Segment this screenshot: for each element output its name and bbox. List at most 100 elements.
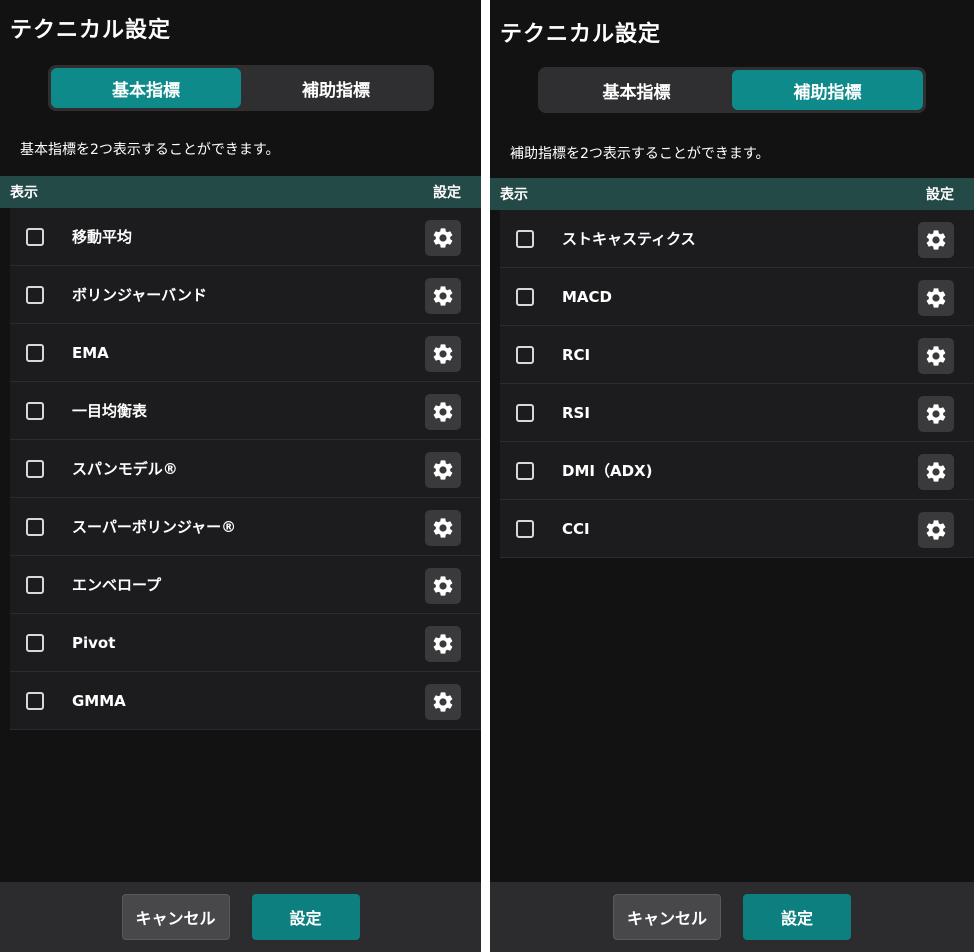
item-checkbox[interactable]	[516, 403, 534, 422]
list-item[interactable]: ストキャスティクス	[500, 210, 974, 268]
item-checkbox[interactable]	[26, 633, 44, 652]
gear-icon	[924, 228, 948, 252]
gear-icon	[431, 458, 455, 482]
indicator-list: ストキャスティクス MACD RCI RSI DMI（ADX) CCI	[500, 210, 974, 558]
cancel-button[interactable]: キャンセル	[613, 894, 721, 940]
item-settings-button[interactable]	[918, 338, 954, 374]
item-settings-button[interactable]	[918, 512, 954, 548]
list-item[interactable]: エンベロープ	[10, 556, 481, 614]
indicator-type-segmented-control: 基本指標 補助指標	[48, 65, 434, 111]
list-item[interactable]: 移動平均	[10, 208, 481, 266]
item-checkbox[interactable]	[26, 401, 44, 420]
gear-icon	[431, 574, 455, 598]
item-label: Pivot	[72, 633, 116, 652]
page-title: テクニカル設定	[500, 22, 662, 47]
list-header: 表示 設定	[0, 176, 481, 208]
gear-icon	[924, 344, 948, 368]
gear-icon	[924, 460, 948, 484]
header-show-label: 表示	[500, 187, 528, 203]
description-text: 基本指標を2つ表示することができます。	[20, 142, 280, 158]
basic-indicators-panel: テクニカル設定 基本指標 補助指標 基本指標を2つ表示することができます。 表示…	[0, 0, 481, 952]
item-label: EMA	[72, 343, 109, 362]
gear-icon	[431, 690, 455, 714]
gear-icon	[431, 226, 455, 250]
item-settings-button[interactable]	[918, 396, 954, 432]
list-item[interactable]: GMMA	[10, 672, 481, 730]
header-show-label: 表示	[10, 185, 38, 201]
list-item[interactable]: DMI（ADX)	[500, 442, 974, 500]
list-item[interactable]: RCI	[500, 326, 974, 384]
item-checkbox[interactable]	[516, 287, 534, 306]
gear-icon	[431, 400, 455, 424]
auxiliary-indicators-panel: テクニカル設定 基本指標 補助指標 補助指標を2つ表示することができます。 表示…	[490, 0, 974, 952]
item-label: 一目均衡表	[72, 402, 148, 420]
item-label: スパンモデル®	[72, 460, 178, 478]
indicator-list: 移動平均ボリンジャーバンド EMA 一目均衡表スパンモデル® スーパーボリンジャー® エ…	[10, 208, 481, 730]
list-item[interactable]: EMA	[10, 324, 481, 382]
apply-button[interactable]: 設定	[251, 894, 360, 940]
list-header: 表示 設定	[490, 178, 974, 210]
header-settings-label: 設定	[433, 185, 461, 201]
item-settings-button[interactable]	[918, 222, 954, 258]
item-settings-button[interactable]	[918, 454, 954, 490]
item-checkbox[interactable]	[516, 229, 534, 248]
footer-bar: キャンセル 設定	[490, 882, 974, 952]
footer-bar: キャンセル 設定	[0, 882, 481, 952]
indicator-type-segmented-control: 基本指標 補助指標	[538, 67, 926, 113]
item-settings-button[interactable]	[425, 394, 461, 430]
item-checkbox[interactable]	[516, 345, 534, 364]
item-settings-button[interactable]	[425, 452, 461, 488]
item-settings-button[interactable]	[425, 626, 461, 662]
item-label: ストキャスティクス	[562, 230, 696, 248]
item-label: スーパーボリンジャー®	[72, 518, 237, 536]
gear-icon	[924, 518, 948, 542]
item-checkbox[interactable]	[516, 461, 534, 480]
item-checkbox[interactable]	[26, 459, 44, 478]
item-label: ボリンジャーバンド	[72, 286, 207, 304]
item-label: CCI	[562, 519, 590, 538]
list-item[interactable]: スーパーボリンジャー®	[10, 498, 481, 556]
gear-icon	[431, 632, 455, 656]
list-item[interactable]: 一目均衡表	[10, 382, 481, 440]
list-item[interactable]: ボリンジャーバンド	[10, 266, 481, 324]
item-label: RCI	[562, 345, 591, 364]
item-checkbox[interactable]	[26, 285, 44, 304]
item-label: エンベロープ	[72, 576, 162, 594]
list-item[interactable]: RSI	[500, 384, 974, 442]
item-settings-button[interactable]	[425, 220, 461, 256]
item-checkbox[interactable]	[26, 691, 44, 710]
tab-basic-indicators[interactable]: 基本指標	[51, 68, 241, 108]
item-settings-button[interactable]	[425, 278, 461, 314]
item-label: MACD	[562, 287, 612, 306]
item-label: 移動平均	[72, 228, 133, 246]
item-settings-button[interactable]	[425, 684, 461, 720]
tab-auxiliary-indicators[interactable]: 補助指標	[732, 70, 923, 110]
tab-auxiliary-indicators[interactable]: 補助指標	[241, 68, 431, 108]
item-checkbox[interactable]	[516, 519, 534, 538]
tab-basic-indicators[interactable]: 基本指標	[541, 70, 732, 110]
item-settings-button[interactable]	[425, 510, 461, 546]
gear-icon	[431, 342, 455, 366]
page-title: テクニカル設定	[10, 18, 172, 43]
item-label: RSI	[562, 403, 590, 422]
item-settings-button[interactable]	[425, 336, 461, 372]
item-label: GMMA	[72, 691, 126, 710]
apply-button[interactable]: 設定	[743, 894, 851, 940]
item-checkbox[interactable]	[26, 343, 44, 362]
item-settings-button[interactable]	[425, 568, 461, 604]
list-item[interactable]: スパンモデル®	[10, 440, 481, 498]
item-checkbox[interactable]	[26, 517, 44, 536]
item-checkbox[interactable]	[26, 227, 44, 246]
gear-icon	[924, 402, 948, 426]
item-label: DMI（ADX)	[562, 462, 653, 480]
list-item[interactable]: Pivot	[10, 614, 481, 672]
list-item[interactable]: MACD	[500, 268, 974, 326]
gear-icon	[924, 286, 948, 310]
item-checkbox[interactable]	[26, 575, 44, 594]
cancel-button[interactable]: キャンセル	[121, 894, 230, 940]
header-settings-label: 設定	[926, 187, 954, 203]
item-settings-button[interactable]	[918, 280, 954, 316]
description-text: 補助指標を2つ表示することができます。	[510, 146, 770, 162]
gear-icon	[431, 284, 455, 308]
list-item[interactable]: CCI	[500, 500, 974, 558]
